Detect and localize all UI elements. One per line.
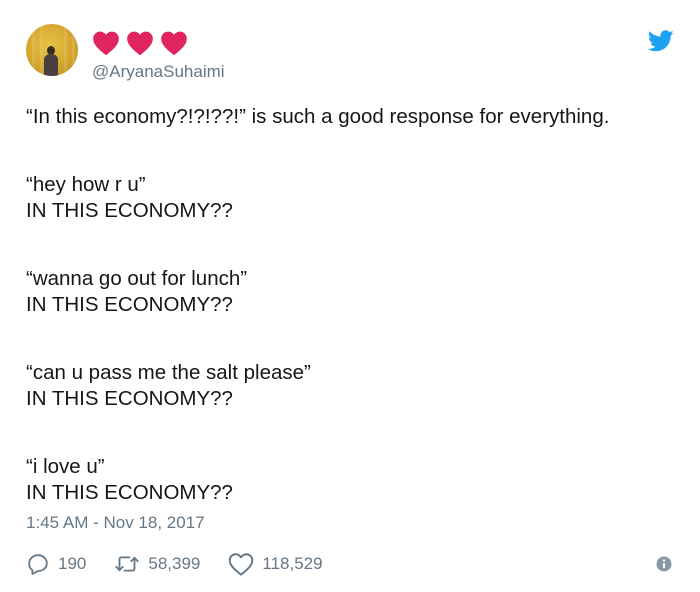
user-handle[interactable]: @AryanaSuhaimi: [92, 62, 225, 82]
tweet-text-line: IN THIS ECONOMY??: [26, 481, 233, 504]
reply-icon: [28, 554, 48, 575]
tweet-text: “In this economy?!?!??!” is such a good …: [26, 104, 686, 506]
heart-emoji-icon: [161, 31, 187, 56]
tweet-text-line: “wanna go out for lunch”: [26, 267, 248, 290]
tweet-text-line: “i love u”: [26, 455, 105, 478]
tweet-actions: 190 58,399 118,529: [26, 550, 351, 578]
like-count: 118,529: [262, 554, 323, 573]
reply-count: 190: [58, 554, 87, 573]
heart-emoji-icon: [127, 31, 153, 56]
tweet-text-line: IN THIS ECONOMY??: [26, 293, 233, 316]
twitter-bird-icon[interactable]: [648, 30, 674, 52]
tweet-timestamp[interactable]: 1:45 AM - Nov 18, 2017: [26, 513, 205, 533]
heart-emoji-icon: [93, 31, 119, 56]
retweet-button[interactable]: 58,399: [114, 552, 200, 576]
tweet-text-line: “hey how r u”: [26, 173, 146, 196]
display-name[interactable]: [92, 28, 188, 58]
retweet-count: 58,399: [148, 554, 201, 573]
retweet-icon: [115, 556, 140, 572]
like-button[interactable]: 118,529: [228, 552, 323, 576]
tweet-text-line: IN THIS ECONOMY??: [26, 387, 233, 410]
tweet-card: @AryanaSuhaimi “In this economy?!?!??!” …: [0, 0, 700, 592]
avatar[interactable]: [26, 24, 78, 76]
like-icon: [229, 553, 254, 576]
tweet-text-line: “In this economy?!?!??!” is such a good …: [26, 105, 610, 128]
tweet-text-line: IN THIS ECONOMY??: [26, 199, 233, 222]
reply-button[interactable]: 190: [26, 552, 86, 576]
info-icon[interactable]: [656, 556, 672, 572]
tweet-text-line: “can u pass me the salt please”: [26, 361, 311, 384]
